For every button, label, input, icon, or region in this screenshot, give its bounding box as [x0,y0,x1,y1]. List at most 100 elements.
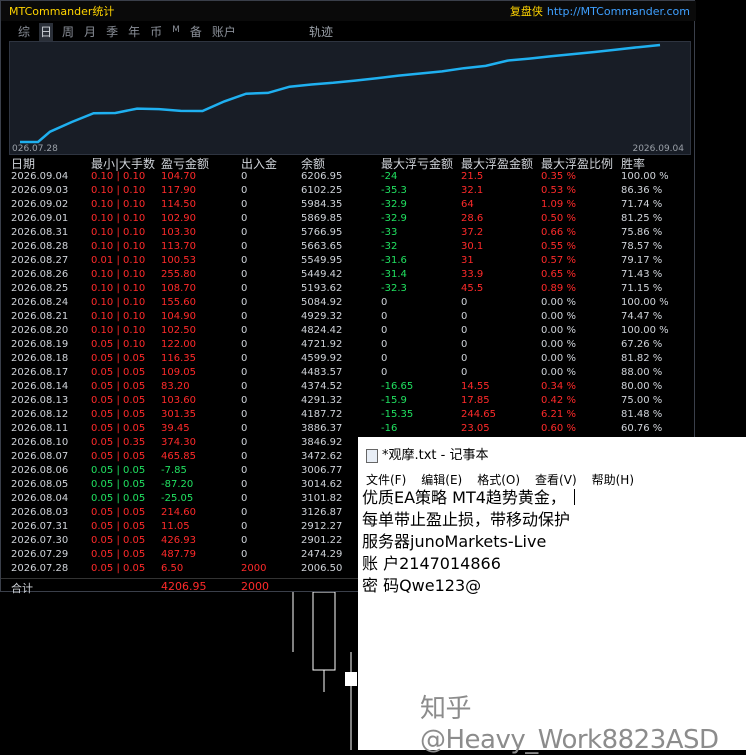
notepad-menu-item-3[interactable]: 查看(V) [535,471,577,488]
table-cell: 0.10 | 0.10 [91,325,146,336]
tab-7[interactable]: M [171,25,181,41]
table-cell: 103.60 [161,395,196,406]
table-cell: 37.2 [461,227,484,238]
table-cell: 2026.08.28 [11,241,69,252]
notepad-menu-item-0[interactable]: 文件(F) [366,471,406,488]
table-cell: -35.3 [381,185,407,196]
table-cell: 0.10 | 0.10 [91,297,146,308]
table-cell: 0.01 | 0.10 [91,255,146,266]
tab-5[interactable]: 年 [127,23,141,41]
tab-9[interactable]: 账户 [211,23,237,41]
notepad-line-text: 服务器junoMarkets-Live [362,532,547,551]
table-cell: 2026.08.17 [11,367,69,378]
table-cell: 5663.65 [301,241,343,252]
table-cell: 81.25 % [621,213,663,224]
header-cell-7: 最大浮盈比例 [541,157,614,171]
table-cell: 64 [461,199,474,210]
table-cell: 0 [241,423,248,434]
table-cell: 2026.08.21 [11,311,69,322]
table-cell: 4291.32 [301,395,343,406]
title-bar: MTCommander统计 复盘侠 http://MTCommander.com [1,1,696,21]
table-cell: 104.70 [161,171,196,182]
table-cell: 0.05 | 0.05 [91,409,146,420]
table-cell: 0 [241,311,248,322]
table-cell: 0 [461,311,468,322]
notepad-menu-item-4[interactable]: 帮助(H) [592,471,634,488]
tab-1[interactable]: 日 [39,23,54,41]
tab-0[interactable]: 综 [17,23,31,41]
table-cell: 0 [461,353,468,364]
header-cell-2: 盈亏金额 [161,157,210,171]
table-cell: 0.10 | 0.10 [91,199,146,210]
table-cell: 0.57 % [541,255,576,266]
tab-3[interactable]: 月 [83,23,97,41]
table-cell: 103.30 [161,227,196,238]
app-title: MTCommander统计 [9,5,115,18]
table-cell: 71.43 % [621,269,663,280]
table-cell: 0.10 | 0.10 [91,171,146,182]
brand-url[interactable]: http://MTCommander.com [547,5,690,18]
table-cell: 102.50 [161,325,196,336]
table-cell: 0 [241,549,248,560]
table-cell: 21.5 [461,171,484,182]
table-cell: 2006.50 [301,563,343,574]
table-cell: 2474.29 [301,549,343,560]
table-cell: 30.1 [461,241,484,252]
table-cell: 0.00 % [541,297,576,308]
table-cell: 4374.52 [301,381,343,392]
notepad-line: 优质EA策略 MT4趋势黄金， [362,487,742,509]
table-cell: 2000 [241,563,267,574]
table-cell: 301.35 [161,409,196,420]
brand-name: 复盘侠 [509,5,543,18]
table-cell: 0 [241,227,248,238]
table-cell: 0.10 | 0.10 [91,227,146,238]
table-cell: 0.05 | 0.05 [91,423,146,434]
table-cell: 79.17 % [621,255,663,266]
table-cell: -31.4 [381,269,407,280]
table-cell: 116.35 [161,353,196,364]
equity-curve-line [20,43,661,144]
table-cell: 0.89 % [541,283,576,294]
table-cell: 0.00 % [541,325,576,336]
table-cell: 0 [241,339,248,350]
table-row: 2026.08.27 0.01 | 0.10 100.53 0 5549.95 -31.6… [1,255,696,269]
notepad-menu-item-1[interactable]: 编辑(E) [421,471,462,488]
table-cell: 0 [381,311,388,322]
table-cell: 0.00 % [541,339,576,350]
table-row: 2026.09.04 0.10 | 0.10 104.70 0 6206.95 -24 21… [1,171,696,185]
brand-link[interactable]: 复盘侠 http://MTCommander.com [510,3,690,19]
tab-2[interactable]: 周 [61,23,75,41]
table-cell: 71.15 % [621,283,663,294]
table-cell: 0 [241,395,248,406]
table-cell: 2026.08.20 [11,325,69,336]
notepad-menu-item-2[interactable]: 格式(O) [477,471,520,488]
table-cell: 3472.62 [301,451,343,462]
tab-8[interactable]: 备 [189,23,203,41]
tab-6[interactable]: 币 [149,23,163,41]
table-cell: 0.05 | 0.05 [91,395,146,406]
table-cell: 2026.08.31 [11,227,69,238]
table-cell: 113.70 [161,241,196,252]
equity-curve-svg [20,43,661,144]
table-cell: 81.82 % [621,353,663,364]
table-cell: 0 [241,367,248,378]
table-cell: 2026.08.26 [11,269,69,280]
table-cell: 487.79 [161,549,196,560]
notepad-text-area[interactable]: 优质EA策略 MT4趋势黄金， 每单带止盈止损，带移动保护 服务器junoMarke… [362,487,742,597]
table-cell: 0.35 % [541,171,576,182]
table-cell: 0 [381,297,388,308]
table-cell: 2026.08.03 [11,507,69,518]
table-cell: 88.00 % [621,367,663,378]
table-cell: 14.55 [461,381,490,392]
table-cell: 426.93 [161,535,196,546]
table-cell: 255.80 [161,269,196,280]
tab-4[interactable]: 季 [105,23,119,41]
equity-chart: 026.07.28 2026.09.04 [9,41,691,155]
table-cell: 0.05 | 0.05 [91,563,146,574]
table-cell: 0.66 % [541,227,576,238]
table-cell: 0.05 | 0.05 [91,521,146,532]
table-cell: 5193.62 [301,283,343,294]
table-row: 2026.08.26 0.10 | 0.10 255.80 0 5449.42 -31.4… [1,269,696,283]
table-cell: 3014.62 [301,479,343,490]
table-cell: 109.05 [161,367,196,378]
